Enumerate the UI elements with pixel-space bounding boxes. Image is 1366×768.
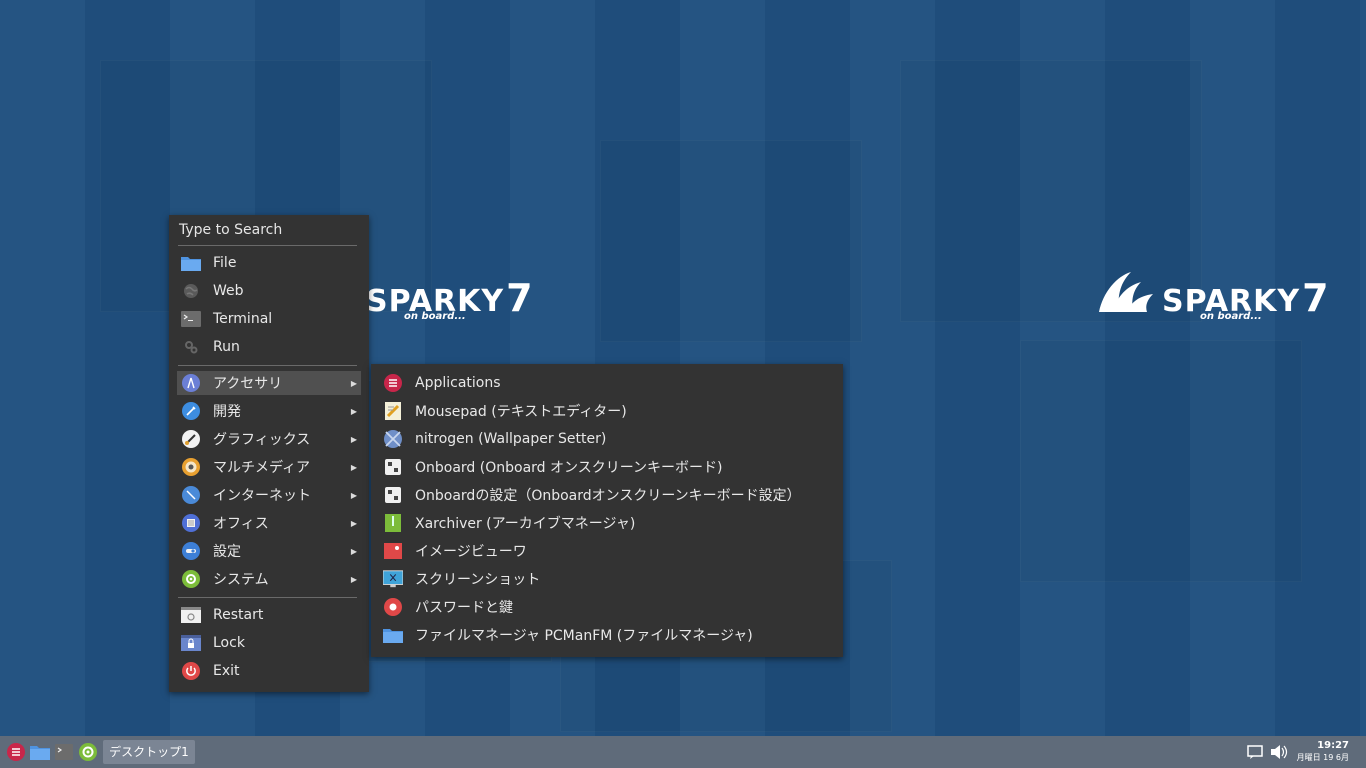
menu-item-terminal[interactable]: Terminal [177, 307, 361, 331]
applications-menu-icon [7, 743, 25, 761]
sparky-logo-right: SPARKY7 on board... [1162, 276, 1329, 322]
menu-item-restart[interactable]: Restart [177, 603, 361, 627]
menu-item-run[interactable]: Run [177, 335, 361, 359]
power-icon [181, 661, 201, 681]
taskbar-workspace-button[interactable]: デスクトップ1 [103, 740, 195, 764]
menu-item-web[interactable]: Web [177, 279, 361, 303]
submenu-arrow-icon: ▶ [350, 434, 357, 444]
menu-separator [178, 597, 357, 598]
menu-item-file[interactable]: File [177, 251, 361, 275]
menu-category-settings[interactable]: 設定 ▶ [177, 539, 361, 563]
taskbar-menu-button[interactable] [6, 742, 26, 762]
development-icon [181, 401, 201, 421]
gears-icon [181, 337, 201, 357]
accessories-submenu: Applications Mousepad (テキストエディター) nitrog… [371, 364, 843, 657]
menu-search-field[interactable]: Type to Search [169, 215, 369, 245]
clock-time: 19:27 [1317, 740, 1349, 751]
submenu-item-file-manager[interactable]: ファイルマネージャ PCManFM (ファイルマネージャ) [375, 623, 839, 647]
screenshot-icon [383, 569, 403, 589]
menu-category-multimedia[interactable]: マルチメディア ▶ [177, 455, 361, 479]
menu-item-lock[interactable]: Lock [177, 631, 361, 655]
internet-icon [181, 485, 201, 505]
globe-icon [181, 281, 201, 301]
submenu-item-xarchiver[interactable]: Xarchiver (アーカイブマネージャ) [375, 511, 839, 535]
submenu-arrow-icon: ▶ [350, 518, 357, 528]
notification-icon [1247, 745, 1263, 759]
volume-icon [1271, 745, 1288, 759]
application-menu: Type to Search File Web Terminal Run アクセ… [169, 215, 369, 692]
system-icon [181, 569, 201, 589]
accessories-icon [181, 373, 201, 393]
file-manager-icon [383, 625, 403, 645]
submenu-arrow-icon: ▶ [350, 546, 357, 556]
nitrogen-icon [383, 429, 403, 449]
menu-category-accessories[interactable]: アクセサリ ▶ [177, 371, 361, 395]
clock-date: 月曜日 19 6月 [1296, 753, 1349, 762]
applications-icon [383, 373, 403, 393]
sparky-logo-left: SPARKY7 on board... [366, 276, 533, 322]
menu-item-exit[interactable]: Exit [177, 659, 361, 683]
taskbar-clock[interactable]: 19:27 月曜日 19 6月 [1297, 740, 1349, 764]
lock-icon [181, 633, 201, 653]
submenu-item-screenshot[interactable]: スクリーンショット [375, 567, 839, 591]
multimedia-icon [181, 457, 201, 477]
terminal-icon [181, 309, 201, 329]
submenu-item-passwords-keys[interactable]: パスワードと鍵 [375, 595, 839, 619]
sparky-swoosh-icon [1099, 272, 1153, 312]
folder-icon [181, 253, 201, 273]
image-viewer-icon [383, 541, 403, 561]
graphics-icon [181, 429, 201, 449]
menu-category-office[interactable]: オフィス ▶ [177, 511, 361, 535]
submenu-item-nitrogen[interactable]: nitrogen (Wallpaper Setter) [375, 427, 839, 451]
taskbar-settings-button[interactable] [78, 742, 98, 762]
password-keys-icon [383, 597, 403, 617]
settings-icon [181, 541, 201, 561]
keyboard-icon [383, 457, 403, 477]
taskbar-terminal-button[interactable] [54, 742, 74, 762]
submenu-item-onboard-settings[interactable]: Onboardの設定（Onboardオンスクリーンキーボード設定） [375, 483, 839, 507]
menu-separator [178, 245, 357, 246]
terminal-icon [55, 744, 73, 760]
restart-icon [181, 605, 201, 625]
text-editor-icon [383, 401, 403, 421]
menu-category-development[interactable]: 開発 ▶ [177, 399, 361, 423]
menu-category-internet[interactable]: インターネット ▶ [177, 483, 361, 507]
office-icon [181, 513, 201, 533]
submenu-item-applications[interactable]: Applications [375, 371, 839, 395]
submenu-arrow-icon: ▶ [350, 406, 357, 416]
submenu-item-onboard[interactable]: Onboard (Onboard オンスクリーンキーボード) [375, 455, 839, 479]
menu-category-system[interactable]: システム ▶ [177, 567, 361, 591]
archive-icon [383, 513, 403, 533]
taskbar-file-manager-button[interactable] [30, 742, 50, 762]
submenu-arrow-icon: ▶ [350, 462, 357, 472]
taskbar-volume-button[interactable] [1269, 742, 1289, 762]
menu-separator [178, 365, 357, 366]
submenu-arrow-icon: ▶ [350, 490, 357, 500]
taskbar: デスクトップ1 19:27 月曜日 19 6月 [0, 736, 1366, 768]
gear-icon [79, 743, 97, 761]
taskbar-notification-button[interactable] [1245, 742, 1265, 762]
submenu-arrow-icon: ▶ [350, 378, 357, 388]
submenu-item-image-viewer[interactable]: イメージビューワ [375, 539, 839, 563]
folder-icon [30, 746, 50, 760]
submenu-item-mousepad[interactable]: Mousepad (テキストエディター) [375, 399, 839, 423]
keyboard-settings-icon [383, 485, 403, 505]
submenu-arrow-icon: ▶ [350, 574, 357, 584]
menu-category-graphics[interactable]: グラフィックス ▶ [177, 427, 361, 451]
